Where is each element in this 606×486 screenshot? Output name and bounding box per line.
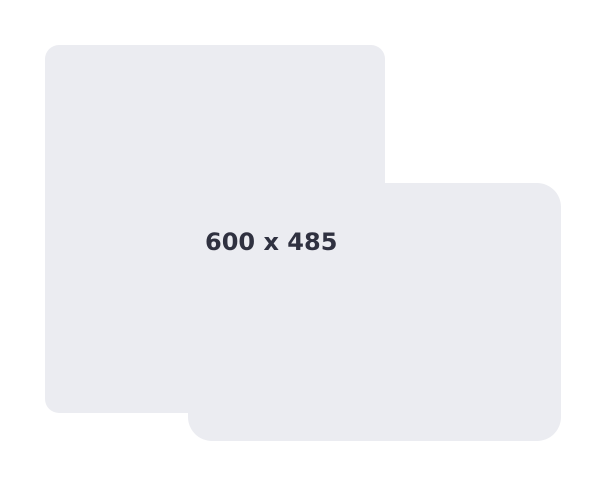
placeholder-shape-front — [188, 183, 561, 441]
placeholder-size-label: 600 x 485 — [205, 228, 338, 256]
